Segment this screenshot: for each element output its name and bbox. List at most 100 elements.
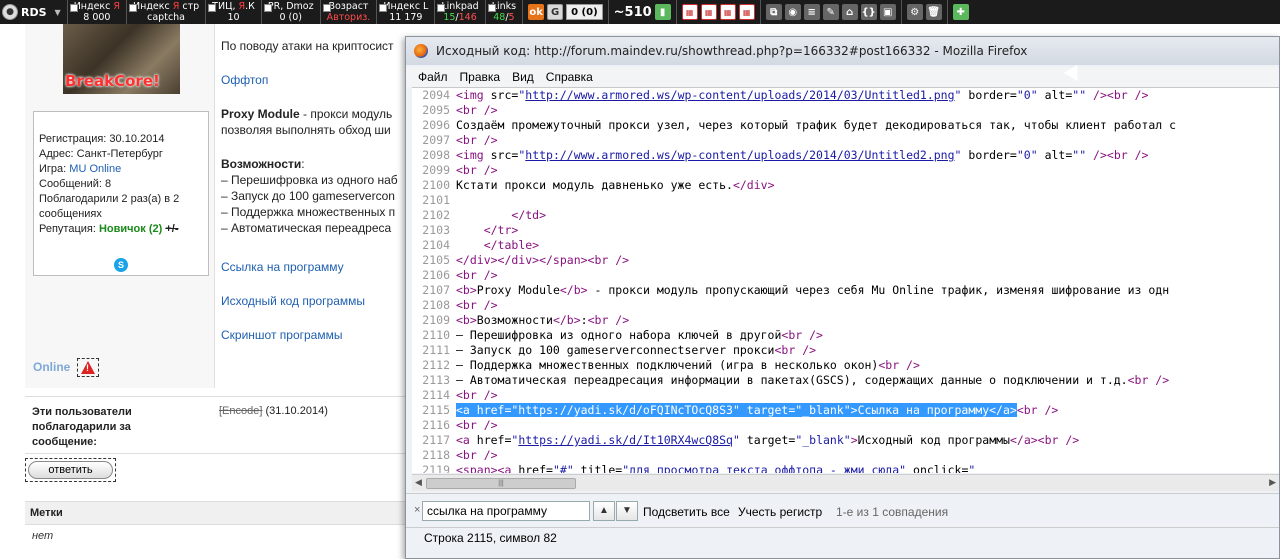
google-icon[interactable]: G (547, 4, 564, 20)
source-token: title= (573, 463, 623, 473)
source-line: 2103 </tr> (412, 223, 518, 238)
source-link[interactable]: https://yadi.sk/d/It10RX4wcQ8Sq (518, 433, 733, 447)
reputation-vote-link[interactable]: +/- (165, 223, 178, 235)
stat-checkbox[interactable] (69, 4, 78, 12)
source-token: "0" (1016, 88, 1038, 102)
stat-checkbox[interactable] (437, 4, 446, 12)
post-features-heading: Возможности: (221, 156, 305, 172)
thanks-user-link[interactable]: [Encode] (219, 405, 262, 417)
rss-icon[interactable]: ◉ (784, 4, 801, 20)
stat-checkbox[interactable] (322, 4, 331, 12)
chevron-down-icon[interactable]: ▼ (55, 8, 61, 17)
skype-icon[interactable]: S (114, 258, 128, 272)
scroll-right-icon[interactable]: ▶ (1269, 477, 1276, 488)
source-line: 2104 </table> (412, 238, 539, 253)
source-line: 2117 <a href= "https://yadi.sk/d/It10RX4wc… (412, 433, 1079, 448)
stat-checkbox[interactable] (487, 4, 496, 12)
rds-stat-0[interactable]: Индекс Я8 000 (68, 0, 128, 24)
copy-icon[interactable]: ⧉ (765, 4, 782, 20)
source-token: – Запуск до 100 gameserverconnectserver … (456, 343, 775, 357)
stat-checkbox[interactable] (379, 4, 388, 12)
rds-tools-group-2: ▦ ▦ ▦ ▦ (677, 0, 761, 24)
links-icon[interactable]: ▦ (700, 4, 717, 20)
offtop-link[interactable]: Оффтоп (221, 72, 268, 88)
keyword-icon[interactable]: ▣ (879, 4, 896, 20)
line-number: 2114 (422, 388, 450, 402)
rds-stat-4[interactable]: Возраст Авториз. (321, 0, 378, 24)
pages-icon[interactable]: ▦ (719, 4, 736, 20)
menu-help[interactable]: Справка (546, 70, 593, 84)
pencil-icon[interactable]: ✎ (822, 4, 839, 20)
rds-stat-7[interactable]: Links 48/5 (486, 0, 524, 24)
rds-tools-group-1: ok G 0 (0) (523, 0, 609, 24)
trash-icon[interactable]: 🗑 (925, 4, 942, 20)
profile-game-link[interactable]: MU Online (69, 163, 121, 175)
rds-globe-icon: ● (2, 4, 18, 20)
rds-stat-6[interactable]: Linkpad 15/146 (435, 0, 486, 24)
source-code-view[interactable]: 2094 <img src= " http://www.armored.ws/wp-c… (412, 87, 1279, 473)
source-token: "" (1072, 88, 1087, 102)
line-number: 2106 (422, 268, 450, 282)
text-icon[interactable]: ≡ (803, 4, 820, 20)
line-number: 2115 (422, 403, 450, 417)
source-code-link[interactable]: Исходный код программы (221, 293, 365, 309)
user-avatar[interactable]: BreakCore! (63, 24, 180, 94)
stat-checkbox[interactable] (129, 4, 138, 12)
tags-label: Метки (30, 507, 63, 519)
scroll-left-icon[interactable]: ◀ (415, 477, 422, 488)
stat-label-text: PR, Dmoz (267, 1, 314, 12)
index-icon[interactable]: ▦ (738, 4, 755, 20)
menu-edit[interactable]: Правка (460, 70, 501, 84)
rds-stat-2[interactable]: ТИЦ, Я.К 10 (206, 0, 262, 24)
source-token: alt= (1037, 148, 1073, 162)
stat-checkbox[interactable] (263, 4, 272, 12)
line-number: 2099 (422, 163, 450, 177)
stat-checkbox[interactable] (208, 4, 217, 12)
source-link[interactable]: http://www.armored.ws/wp-content/uploads… (525, 148, 954, 162)
match-case-checkbox[interactable]: Учесть регистр (738, 505, 822, 519)
source-link[interactable]: http://www.armored.ws/wp-content/uploads… (525, 88, 954, 102)
counter-badge[interactable]: 0 (0) (566, 4, 603, 20)
window-title: Исходный код: http://forum.maindev.ru/sh… (436, 44, 1028, 58)
chart-icon[interactable]: ▮ (654, 4, 671, 20)
horizontal-scrollbar[interactable]: ◀ ||| ▶ (412, 474, 1279, 491)
gear-icon[interactable]: ⚙ (906, 4, 923, 20)
source-line: 2105 </div></div></span><br /> (412, 253, 629, 268)
post-feature-2: – Запуск до 100 gameservercon (221, 189, 395, 203)
status-bar: Строка 2115, символ 82 (406, 527, 1279, 549)
reply-button-label: ответить (28, 461, 113, 479)
menu-view[interactable]: Вид (512, 70, 534, 84)
home-icon[interactable]: ⌂ (841, 4, 858, 20)
scrollbar-thumb[interactable]: ||| (426, 478, 576, 489)
source-token: <br /> (587, 313, 630, 327)
puzzle-icon[interactable]: ✚ (952, 4, 969, 20)
rds-stat-3[interactable]: PR, Dmoz 0 (0) (262, 0, 321, 24)
code-icon[interactable]: {} (860, 4, 877, 20)
stat-label: Индекс L (383, 1, 428, 12)
source-token: border= (961, 88, 1017, 102)
menu-file[interactable]: Файл (418, 70, 448, 84)
profile-address: Адрес: Санкт-Петербург (39, 148, 163, 160)
find-next-button[interactable]: ▼ (616, 501, 638, 521)
rds-stat-5[interactable]: Индекс L 11 179 (377, 0, 436, 24)
rds-logo-button[interactable]: ● RDS ▼ (0, 0, 68, 24)
sitemap-icon[interactable]: ▦ (681, 4, 698, 20)
source-token: <span><a (456, 463, 519, 473)
source-line: 2100 Кстати прокси модуль давненько уже е… (412, 178, 774, 193)
report-post-button[interactable] (77, 358, 99, 377)
program-link[interactable]: Ссылка на программу (221, 259, 344, 275)
odnoklassniki-icon[interactable]: ok (528, 4, 545, 20)
reply-button[interactable]: ответить (25, 458, 116, 482)
find-input[interactable] (422, 501, 590, 521)
source-token: <br /> (1127, 373, 1170, 387)
source-link[interactable]: # (560, 463, 567, 473)
close-icon[interactable]: × (414, 504, 420, 516)
stat-value-good: 15 (443, 12, 456, 23)
rank-value[interactable]: ~510 (614, 5, 652, 20)
highlight-all-button[interactable]: Подсветить все (643, 505, 730, 519)
window-titlebar[interactable]: Исходный код: http://forum.maindev.ru/sh… (406, 37, 1279, 65)
screenshot-link[interactable]: Скриншот программы (221, 327, 342, 343)
rds-stat-1[interactable]: Индекс Я стр captcha (127, 0, 207, 24)
find-previous-button[interactable]: ▲ (593, 501, 615, 521)
stat-value: 10 (227, 12, 240, 23)
